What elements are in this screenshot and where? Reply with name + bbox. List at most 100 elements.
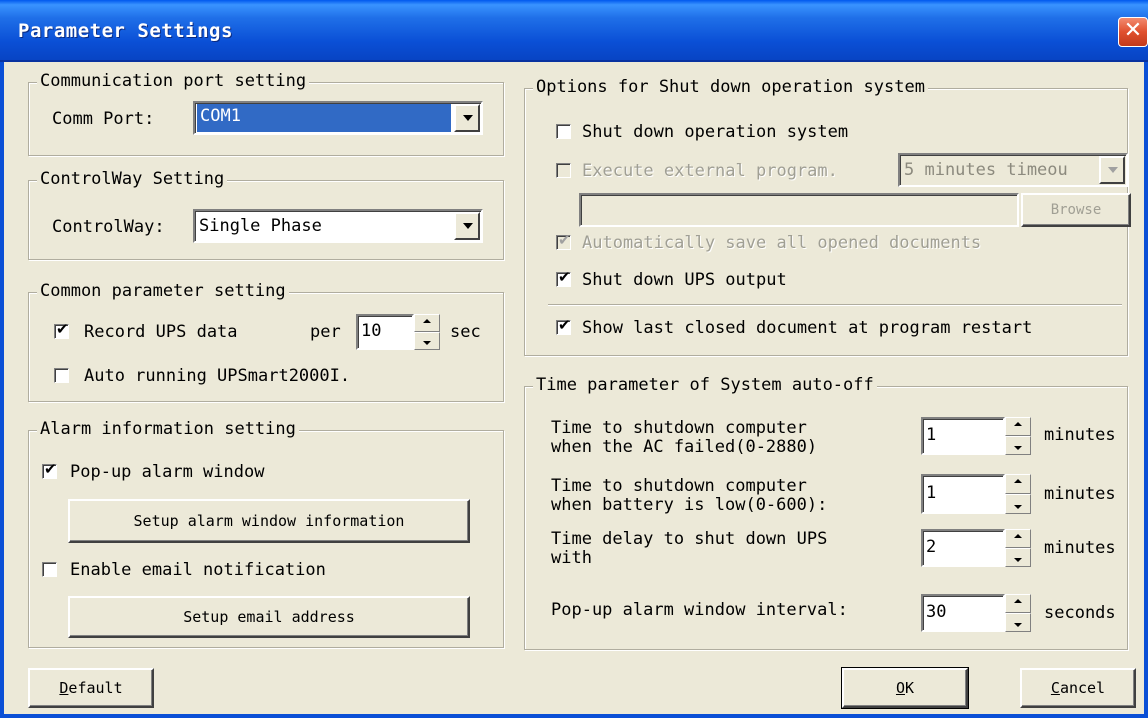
checkmark-icon: ✔ (558, 231, 571, 249)
setup-alarm-window-label: Setup alarm window information (133, 512, 405, 530)
cancel-button[interactable]: Cancel (1020, 668, 1136, 708)
timeout-select: 5 minutes timeou (898, 153, 1128, 187)
checkmark-icon: ✔ (56, 320, 69, 338)
default-button-label: Default (30, 679, 152, 697)
cancel-mnemonic: C (1050, 679, 1060, 697)
popup-alarm-checkbox[interactable]: ✔ (42, 460, 57, 479)
checkmark-icon: ✔ (44, 460, 57, 478)
ok-button[interactable]: OK (841, 667, 969, 709)
comm-port-label: Comm Port: (52, 109, 155, 129)
shutdown-ups-label[interactable]: Shut down UPS output (582, 270, 787, 290)
default-button[interactable]: Default (28, 668, 154, 708)
record-interval-input[interactable]: 10 (356, 314, 414, 350)
close-icon[interactable]: ✕ (1118, 17, 1148, 47)
ac-failed-input[interactable]: 1 (921, 417, 1005, 455)
window-border-bottom (0, 714, 1148, 718)
shutdown-separator (548, 304, 1122, 306)
autosave-label: Automatically save all opened documents (582, 233, 982, 253)
ok-mnemonic: O (895, 679, 905, 697)
shutdown-os-label[interactable]: Shut down operation system (582, 122, 848, 142)
spin-up-icon[interactable] (1005, 594, 1031, 613)
ups-delay-value: 2 (926, 537, 937, 557)
execute-program-label: Execute external program. (582, 161, 838, 181)
spin-down-icon[interactable] (1005, 548, 1031, 567)
ups-delay-unit: minutes (1044, 538, 1116, 558)
ups-delay-line1: Time delay to shut down UPS (551, 529, 828, 549)
setup-alarm-window-button[interactable]: Setup alarm window information (68, 499, 470, 543)
timeout-value: 5 minutes timeou (904, 160, 1068, 180)
default-rest: efault (68, 679, 123, 697)
cancel-button-label: Cancel (1022, 679, 1134, 697)
popup-interval-label: Pop-up alarm window interval: (551, 600, 848, 620)
email-notification-checkbox[interactable] (42, 562, 57, 577)
battery-low-line1: Time to shutdown computer (551, 476, 807, 496)
shutdown-ups-checkbox[interactable]: ✔ (556, 268, 571, 287)
controlway-legend: ControlWay Setting (37, 169, 228, 189)
ups-delay-label: Time delay to shut down UPS with (551, 530, 827, 568)
popup-interval-spinner[interactable] (1005, 594, 1031, 632)
spin-up-icon[interactable] (1005, 474, 1031, 494)
comm-port-select[interactable]: COM1 (193, 101, 483, 135)
battery-low-value: 1 (926, 483, 937, 503)
ac-failed-line2: when the AC failed(0-2880) (551, 437, 818, 457)
title-bar[interactable]: Parameter Settings ✕ (0, 0, 1148, 62)
popup-interval-unit: seconds (1044, 603, 1116, 623)
browse-label: Browse (1050, 202, 1102, 218)
spin-down-icon[interactable] (414, 332, 440, 350)
checkmark-icon: ✔ (558, 316, 571, 334)
window-border-left (0, 62, 4, 718)
window-border-right (1144, 62, 1148, 718)
ac-failed-value: 1 (926, 425, 937, 445)
ac-failed-line1: Time to shutdown computer (551, 418, 807, 438)
auto-running-checkbox[interactable] (54, 368, 69, 383)
spin-down-icon[interactable] (1005, 436, 1031, 455)
setup-email-label: Setup email address (183, 608, 355, 626)
record-interval-spinner[interactable] (414, 314, 440, 350)
chevron-down-icon (1099, 156, 1125, 184)
spin-up-icon[interactable] (1005, 417, 1031, 436)
popup-interval-value: 30 (926, 602, 947, 622)
controlway-value: Single Phase (199, 216, 322, 236)
time-param-legend: Time parameter of System auto-off (533, 375, 877, 395)
controlway-select[interactable]: Single Phase (193, 209, 483, 243)
spin-down-icon[interactable] (1005, 494, 1031, 514)
comm-port-value: COM1 (197, 104, 451, 132)
record-ups-label[interactable]: Record UPS data (84, 322, 238, 342)
battery-low-line2: when battery is low(0-600): (551, 495, 828, 515)
auto-running-label[interactable]: Auto running UPSmart2000I. (84, 366, 350, 386)
common-param-legend: Common parameter setting (37, 281, 289, 301)
spin-up-icon[interactable] (414, 314, 440, 332)
ac-failed-label: Time to shutdown computer when the AC fa… (551, 419, 817, 457)
spin-up-icon[interactable] (1005, 529, 1031, 548)
battery-low-input[interactable]: 1 (921, 474, 1005, 514)
battery-low-spinner[interactable] (1005, 474, 1031, 514)
chevron-down-icon[interactable] (454, 104, 480, 132)
controlway-label: ControlWay: (52, 217, 165, 237)
shutdown-options-legend: Options for Shut down operation system (533, 77, 928, 97)
comm-port-legend: Communication port setting (37, 71, 310, 91)
execute-program-checkbox (556, 163, 571, 178)
show-last-document-label[interactable]: Show last closed document at program res… (582, 318, 1032, 338)
popup-interval-input[interactable]: 30 (921, 594, 1005, 632)
battery-low-unit: minutes (1044, 484, 1116, 504)
ac-failed-spinner[interactable] (1005, 417, 1031, 455)
ok-rest: K (905, 679, 915, 697)
chevron-down-icon[interactable] (454, 212, 480, 240)
spin-down-icon[interactable] (1005, 613, 1031, 632)
popup-alarm-label[interactable]: Pop-up alarm window (70, 462, 264, 482)
checkmark-icon: ✔ (558, 268, 571, 286)
battery-low-label: Time to shutdown computer when battery i… (551, 477, 827, 515)
program-path-input (579, 193, 1019, 227)
show-last-document-checkbox[interactable]: ✔ (556, 316, 571, 335)
browse-button: Browse (1021, 193, 1131, 227)
ups-delay-spinner[interactable] (1005, 529, 1031, 567)
email-notification-label[interactable]: Enable email notification (70, 560, 326, 580)
ok-button-label: OK (844, 679, 966, 697)
record-ups-checkbox[interactable]: ✔ (54, 320, 69, 339)
cancel-rest: ancel (1059, 679, 1106, 697)
setup-email-button[interactable]: Setup email address (68, 596, 470, 638)
shutdown-os-checkbox[interactable] (556, 124, 571, 139)
ups-delay-line2: with (551, 548, 592, 568)
ups-delay-input[interactable]: 2 (921, 529, 1005, 567)
window-title: Parameter Settings (18, 20, 233, 42)
